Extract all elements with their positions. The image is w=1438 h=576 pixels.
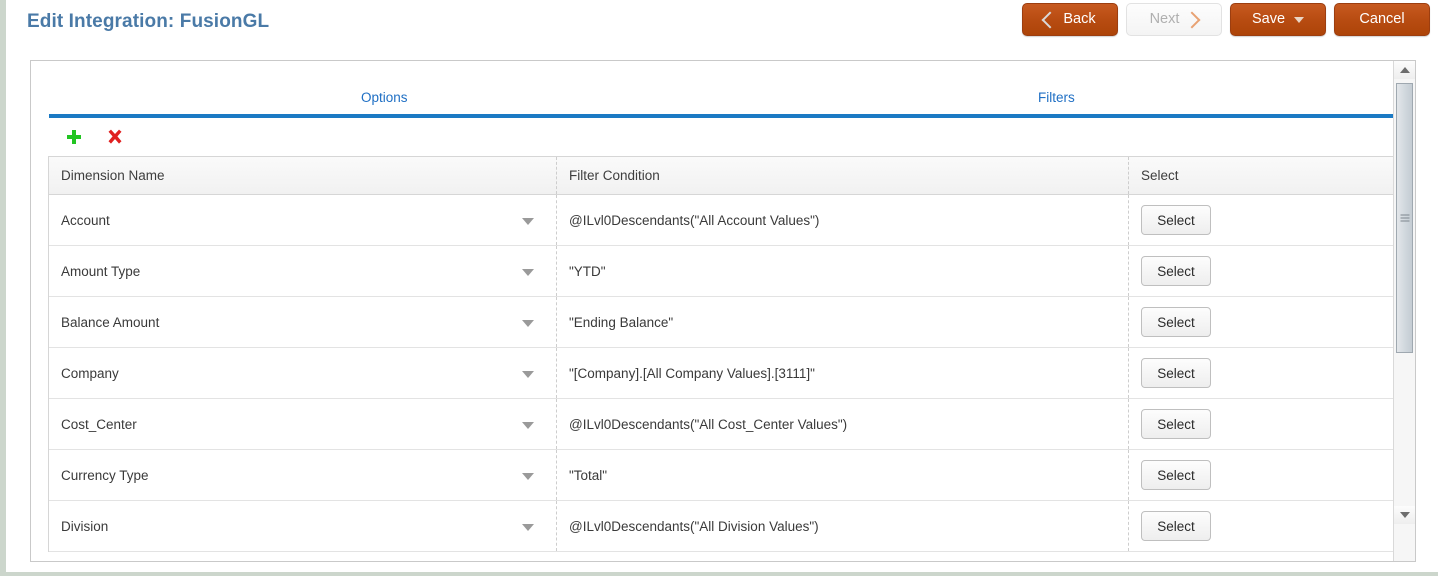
chevron-down-icon[interactable] — [522, 524, 534, 531]
dimension-name-label: Currency Type — [61, 467, 149, 483]
page-frame: Edit Integration: FusionGL Back Next Sav… — [0, 0, 1438, 576]
table-row[interactable]: Cost_Center @ILvl0Descendants("All Cost_… — [49, 399, 1397, 450]
chevron-down-icon[interactable] — [522, 371, 534, 378]
page-header: Edit Integration: FusionGL Back Next Sav… — [12, 0, 1438, 48]
dimension-name-label: Cost_Center — [61, 416, 137, 432]
cancel-button-label: Cancel — [1359, 11, 1405, 28]
scrollbar-grip-icon — [1400, 214, 1409, 222]
table-row[interactable]: Company "[Company].[All Company Values].… — [49, 348, 1397, 399]
save-button-label: Save — [1251, 11, 1286, 28]
tab-filters[interactable]: Filters — [1038, 90, 1075, 105]
dimension-name-label: Division — [61, 518, 109, 534]
chevron-down-icon[interactable] — [522, 422, 534, 429]
triangle-up-icon — [1399, 67, 1410, 73]
content-root: Edit Integration: FusionGL Back Next Sav… — [12, 0, 1438, 572]
filter-condition-cell[interactable]: "Ending Balance" — [557, 297, 1129, 347]
scrollbar-thumb[interactable] — [1396, 83, 1413, 353]
next-button-label: Next — [1149, 11, 1180, 28]
filter-condition-cell[interactable]: @ILvl0Descendants("All Cost_Center Value… — [557, 399, 1129, 449]
dimension-name-label: Company — [61, 365, 119, 381]
scrollbar-down-button[interactable] — [1394, 506, 1415, 524]
dimension-name-cell[interactable]: Cost_Center — [49, 399, 557, 449]
action-button-bar: Back Next Save Cancel — [1022, 3, 1430, 36]
filter-condition-cell[interactable]: "Total" — [557, 450, 1129, 500]
grid-header-row: Dimension Name Filter Condition Select — [49, 157, 1397, 195]
table-row[interactable]: Balance Amount "Ending Balance" Select — [49, 297, 1397, 348]
select-button[interactable]: Select — [1141, 460, 1211, 490]
vertical-scrollbar[interactable] — [1393, 61, 1415, 561]
dimension-name-cell[interactable]: Division — [49, 501, 557, 551]
column-header-filter-condition: Filter Condition — [557, 157, 1129, 194]
dimension-name-cell[interactable]: Company — [49, 348, 557, 398]
chevron-down-icon[interactable] — [522, 320, 534, 327]
triangle-down-icon — [1399, 512, 1410, 518]
chevron-left-icon — [1041, 11, 1059, 28]
scrollbar-up-button[interactable] — [1394, 61, 1415, 79]
grid-toolbar — [64, 125, 125, 149]
dimension-name-label: Amount Type — [61, 263, 141, 279]
tab-options[interactable]: Options — [361, 90, 408, 105]
tab-underline — [49, 114, 1399, 118]
column-header-dimension-name: Dimension Name — [49, 157, 557, 194]
dimension-name-cell[interactable]: Balance Amount — [49, 297, 557, 347]
filter-condition-cell[interactable]: @ILvl0Descendants("All Account Values") — [557, 195, 1129, 245]
back-button-label: Back — [1063, 11, 1096, 28]
select-button[interactable]: Select — [1141, 205, 1211, 235]
filter-condition-cell[interactable]: @ILvl0Descendants("All Division Values") — [557, 501, 1129, 551]
back-button[interactable]: Back — [1022, 3, 1118, 36]
tab-strip: Options Filters — [31, 61, 1393, 115]
next-button[interactable]: Next — [1126, 3, 1222, 36]
select-cell: Select — [1129, 195, 1397, 245]
select-button[interactable]: Select — [1141, 307, 1211, 337]
integration-panel: Options Filters Dimension Name Filter Co… — [30, 60, 1416, 562]
filter-condition-cell[interactable]: "[Company].[All Company Values].[3111]" — [557, 348, 1129, 398]
select-button[interactable]: Select — [1141, 358, 1211, 388]
select-cell: Select — [1129, 348, 1397, 398]
dimension-name-cell[interactable]: Account — [49, 195, 557, 245]
select-cell: Select — [1129, 501, 1397, 551]
dimension-name-label: Balance Amount — [61, 314, 160, 330]
select-button[interactable]: Select — [1141, 409, 1211, 439]
page-title: Edit Integration: FusionGL — [27, 11, 270, 32]
table-row[interactable]: Account @ILvl0Descendants("All Account V… — [49, 195, 1397, 246]
x-icon[interactable] — [105, 127, 125, 147]
chevron-down-icon[interactable] — [522, 269, 534, 276]
select-cell: Select — [1129, 399, 1397, 449]
filter-condition-cell[interactable]: "YTD" — [557, 246, 1129, 296]
filters-grid: Dimension Name Filter Condition Select A… — [48, 156, 1398, 552]
caret-down-icon[interactable] — [1294, 16, 1305, 23]
table-row[interactable]: Amount Type "YTD" Select — [49, 246, 1397, 297]
table-row[interactable]: Division @ILvl0Descendants("All Division… — [49, 501, 1397, 552]
select-cell: Select — [1129, 450, 1397, 500]
dimension-name-cell[interactable]: Currency Type — [49, 450, 557, 500]
column-header-select: Select — [1129, 157, 1397, 194]
cancel-button[interactable]: Cancel — [1334, 3, 1430, 36]
select-button[interactable]: Select — [1141, 256, 1211, 286]
dimension-name-cell[interactable]: Amount Type — [49, 246, 557, 296]
chevron-right-icon — [1183, 11, 1201, 28]
select-button[interactable]: Select — [1141, 511, 1211, 541]
plus-icon[interactable] — [64, 127, 84, 147]
dimension-name-label: Account — [61, 212, 110, 228]
select-cell: Select — [1129, 297, 1397, 347]
table-row[interactable]: Currency Type "Total" Select — [49, 450, 1397, 501]
select-cell: Select — [1129, 246, 1397, 296]
save-button[interactable]: Save — [1230, 3, 1326, 36]
chevron-down-icon[interactable] — [522, 218, 534, 225]
chevron-down-icon[interactable] — [522, 473, 534, 480]
